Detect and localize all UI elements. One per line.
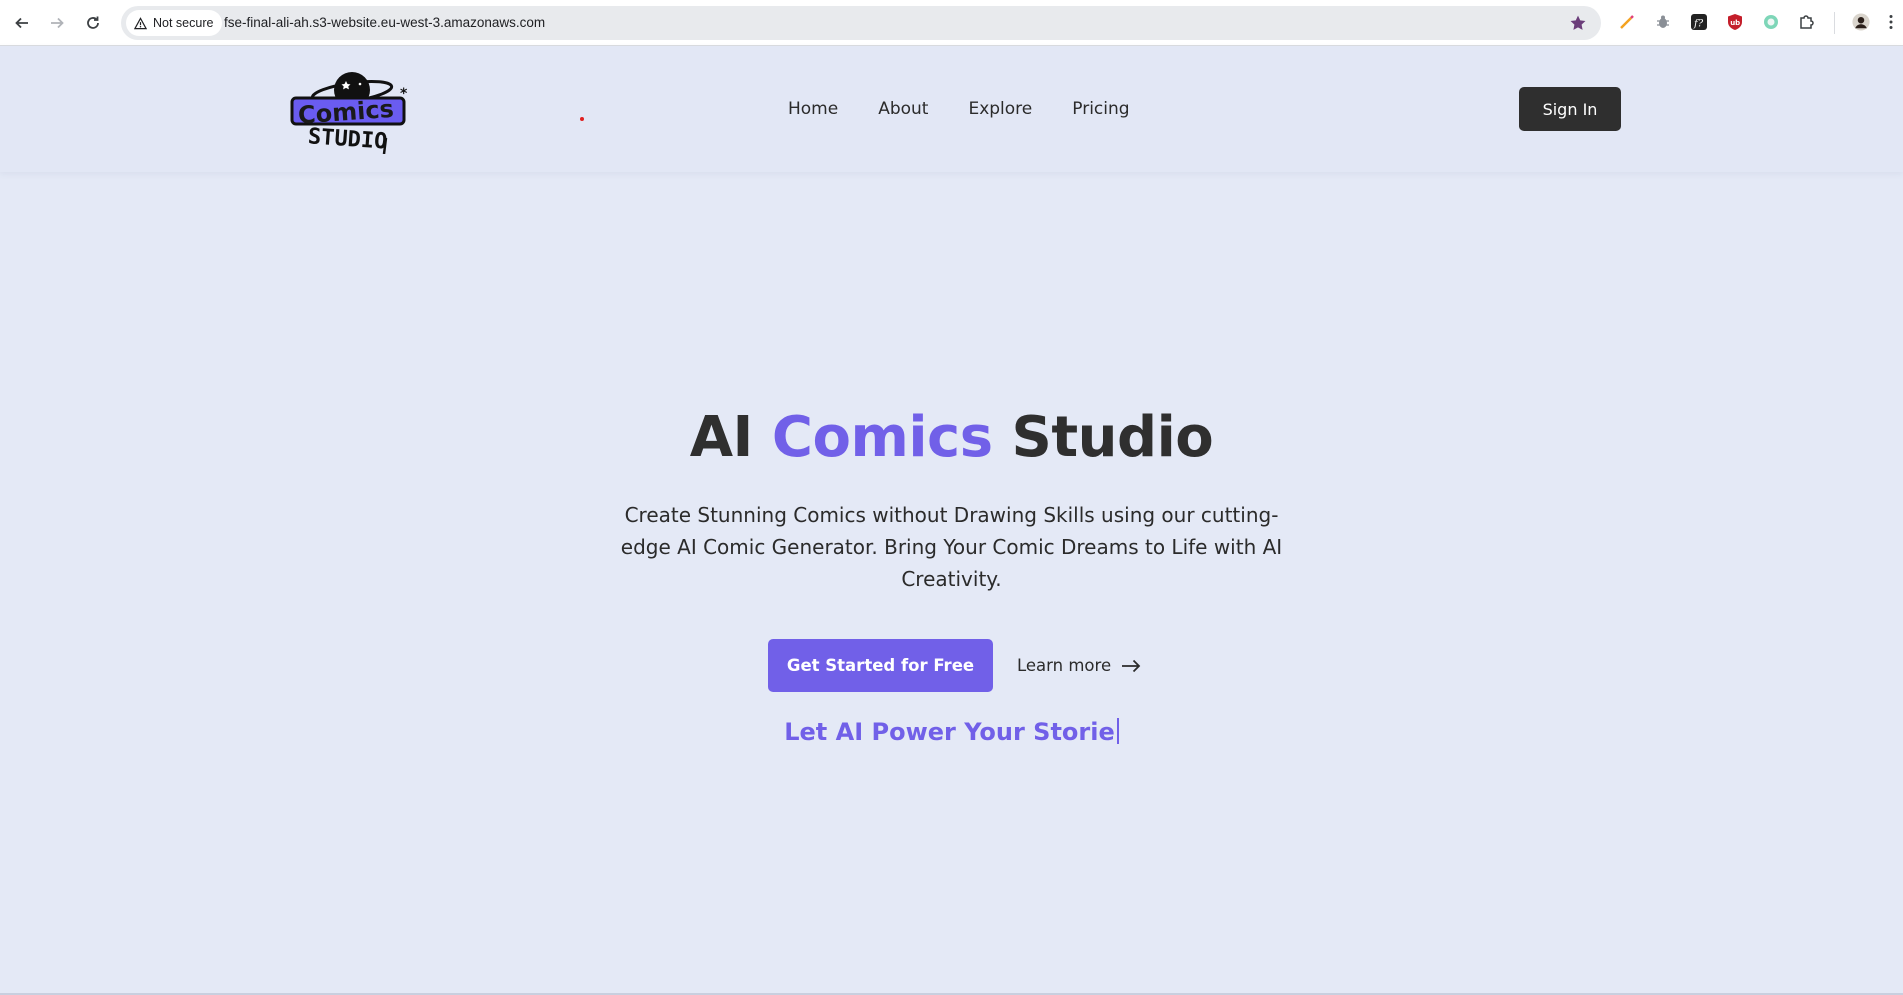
warning-icon <box>134 16 147 29</box>
security-label: Not secure <box>153 16 214 30</box>
nav-pricing[interactable]: Pricing <box>1072 99 1129 119</box>
extension-pen-icon[interactable] <box>1617 12 1637 32</box>
svg-text:f?: f? <box>1693 19 1704 30</box>
nav-explore[interactable]: Explore <box>968 99 1032 119</box>
site-header: Comics * STUDIO Home About Explore Prici… <box>0 46 1903 172</box>
typing-caret <box>1116 718 1119 744</box>
svg-text:STUDIO: STUDIO <box>307 124 388 154</box>
extension-bug-icon[interactable] <box>1653 12 1673 32</box>
extensions-puzzle-icon[interactable] <box>1797 12 1817 32</box>
comics-studio-logo[interactable]: Comics * STUDIO <box>288 68 410 154</box>
hero-title-part1: AI <box>689 405 772 470</box>
hero-title-accent: Comics <box>771 405 993 470</box>
address-bar[interactable]: Not secure fse-final-ali-ah.s3-website.e… <box>121 6 1601 40</box>
back-button[interactable] <box>10 11 34 35</box>
arrow-right-icon <box>51 17 64 29</box>
url-text[interactable]: fse-final-ali-ah.s3-website.eu-west-3.am… <box>224 6 545 40</box>
learn-more-link[interactable]: Learn more <box>1017 639 1141 692</box>
learn-more-label: Learn more <box>1017 656 1112 675</box>
nav-home[interactable]: Home <box>788 99 838 119</box>
hero-subtitle: Create Stunning Comics without Drawing S… <box>620 503 1283 591</box>
hero-title: AI Comics Studio <box>0 405 1903 470</box>
sign-in-button[interactable]: Sign In <box>1519 87 1621 131</box>
browser-toolbar: Not secure fse-final-ali-ah.s3-website.e… <box>0 0 1903 46</box>
toolbar-divider <box>1834 12 1835 34</box>
hero-title-part2: Studio <box>992 405 1214 470</box>
extension-circle-icon[interactable] <box>1761 12 1781 32</box>
bookmark-star-icon[interactable] <box>1569 14 1587 32</box>
forward-button[interactable] <box>45 11 69 35</box>
get-started-button[interactable]: Get Started for Free <box>768 639 993 692</box>
extension-fx-icon[interactable]: f? <box>1689 12 1709 32</box>
arrow-left-icon <box>15 17 28 29</box>
svg-text:ub: ub <box>1730 19 1740 27</box>
browser-menu-icon[interactable] <box>1881 12 1901 32</box>
security-chip[interactable]: Not secure <box>126 10 223 36</box>
reload-button[interactable] <box>81 11 105 35</box>
reload-icon <box>87 16 99 29</box>
typing-text: Let AI Power Your Storie <box>784 718 1115 746</box>
typing-tagline: Let AI Power Your Storie <box>0 718 1903 746</box>
cursor-dot <box>580 117 584 121</box>
svg-text:*: * <box>400 86 408 102</box>
arrow-right-icon <box>1122 659 1141 672</box>
profile-avatar[interactable] <box>1851 12 1871 32</box>
main-nav: Home About Explore Pricing <box>788 46 1130 172</box>
nav-about[interactable]: About <box>878 99 928 119</box>
extension-shield-icon[interactable]: ub <box>1725 12 1745 32</box>
